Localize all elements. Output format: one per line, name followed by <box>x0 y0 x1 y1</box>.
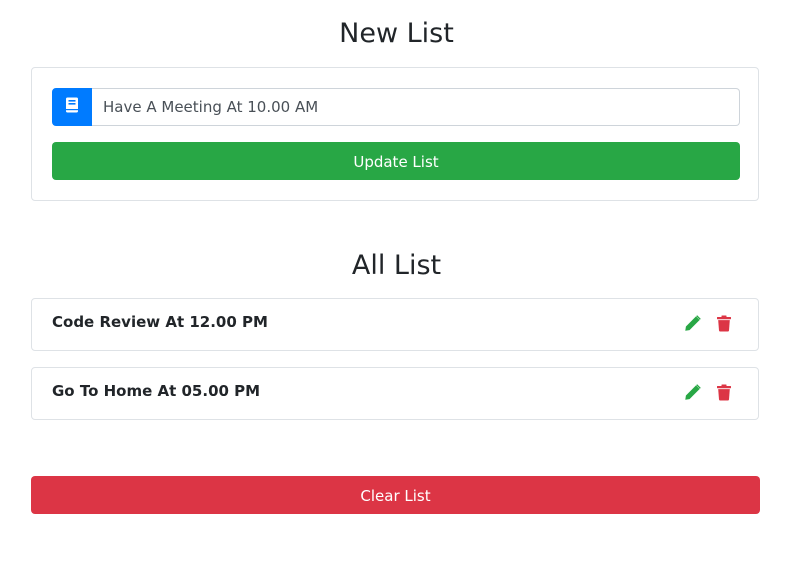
clear-list-button[interactable]: Clear List <box>31 476 760 514</box>
trash-icon[interactable] <box>715 383 732 401</box>
trash-icon[interactable] <box>715 314 732 332</box>
all-list-heading: All List <box>351 250 442 281</box>
list-input-group <box>52 88 740 126</box>
book-icon <box>65 97 79 117</box>
list-item: Go To Home At 05.00 PM <box>31 367 759 420</box>
list-item-input[interactable] <box>92 88 740 126</box>
pencil-icon[interactable] <box>684 383 701 401</box>
list-item-actions <box>684 314 732 332</box>
new-list-heading: New List <box>339 18 454 49</box>
list-item-text: Code Review At 12.00 PM <box>52 313 268 331</box>
list-item-text: Go To Home At 05.00 PM <box>52 382 261 400</box>
input-prepend <box>52 88 92 126</box>
new-list-form: Update List <box>31 67 759 201</box>
list-item-actions <box>684 383 732 401</box>
list-item: Code Review At 12.00 PM <box>31 298 759 351</box>
pencil-icon[interactable] <box>684 314 701 332</box>
page: New List Update List All List Code Revie… <box>0 0 800 583</box>
update-list-button[interactable]: Update List <box>52 142 740 180</box>
